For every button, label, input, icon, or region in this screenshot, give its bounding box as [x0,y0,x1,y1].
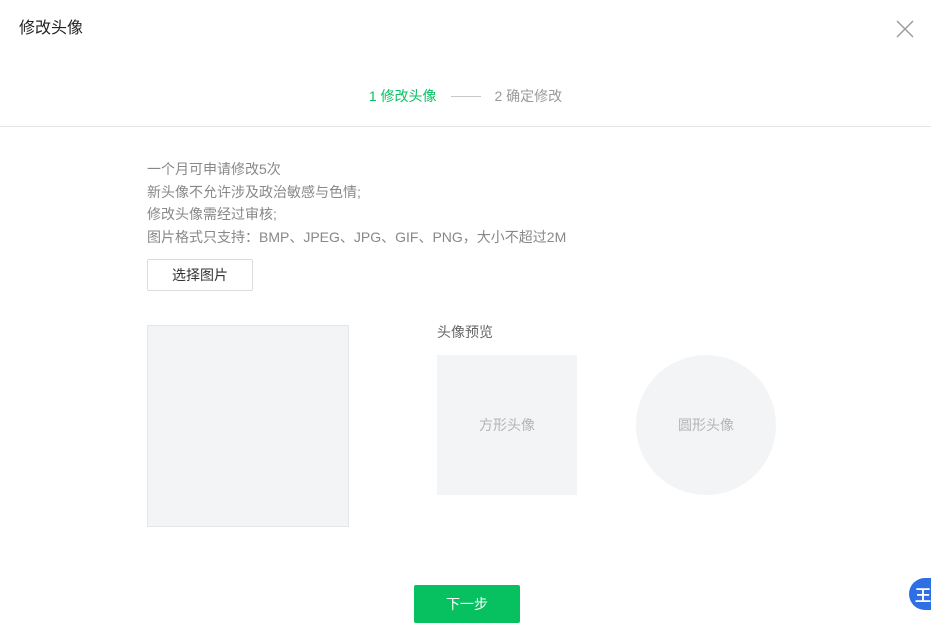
header-divider [0,126,931,127]
rule-text: 一个月可申请修改5次 [147,161,281,177]
rule-text: 新头像不允许涉及政治敏感与色情; [147,183,361,200]
badge-text: 王 [914,588,931,605]
circle-avatar-label: 圆形头像 [678,417,734,433]
rule-text: 图片格式只支持：BMP、JPEG、JPG、GIF、PNG，大小不超过2M [147,228,567,245]
square-avatar-preview: 方形头像 [437,355,577,495]
preview-label: 头像预览 [437,324,493,340]
rule-text: 修改头像需经过审核; [147,206,277,222]
square-avatar-label: 方形头像 [479,417,535,433]
change-avatar-dialog: 修改头像 1 修改头像 2 确定修改 一个月可申请修改5次 新头像不允许涉及政治… [0,0,931,624]
dialog-title: 修改头像 [19,20,84,37]
step-connector-line [450,95,481,97]
upload-rules: 一个月可申请修改5次 新头像不允许涉及政治敏感与色情; 修改头像需经过审核; 图… [147,158,566,248]
step-1-label: 1 修改头像 [368,88,437,104]
image-crop-area[interactable] [147,325,349,527]
step-indicator: 1 修改头像 2 确定修改 [0,86,931,106]
step-2-label: 2 确定修改 [494,88,563,104]
floating-assistant-badge[interactable]: 王 [909,578,931,610]
next-step-button[interactable]: 下一步 [414,585,520,623]
circle-avatar-preview: 圆形头像 [636,355,776,495]
close-icon[interactable] [894,18,916,40]
choose-image-button[interactable]: 选择图片 [147,259,253,291]
